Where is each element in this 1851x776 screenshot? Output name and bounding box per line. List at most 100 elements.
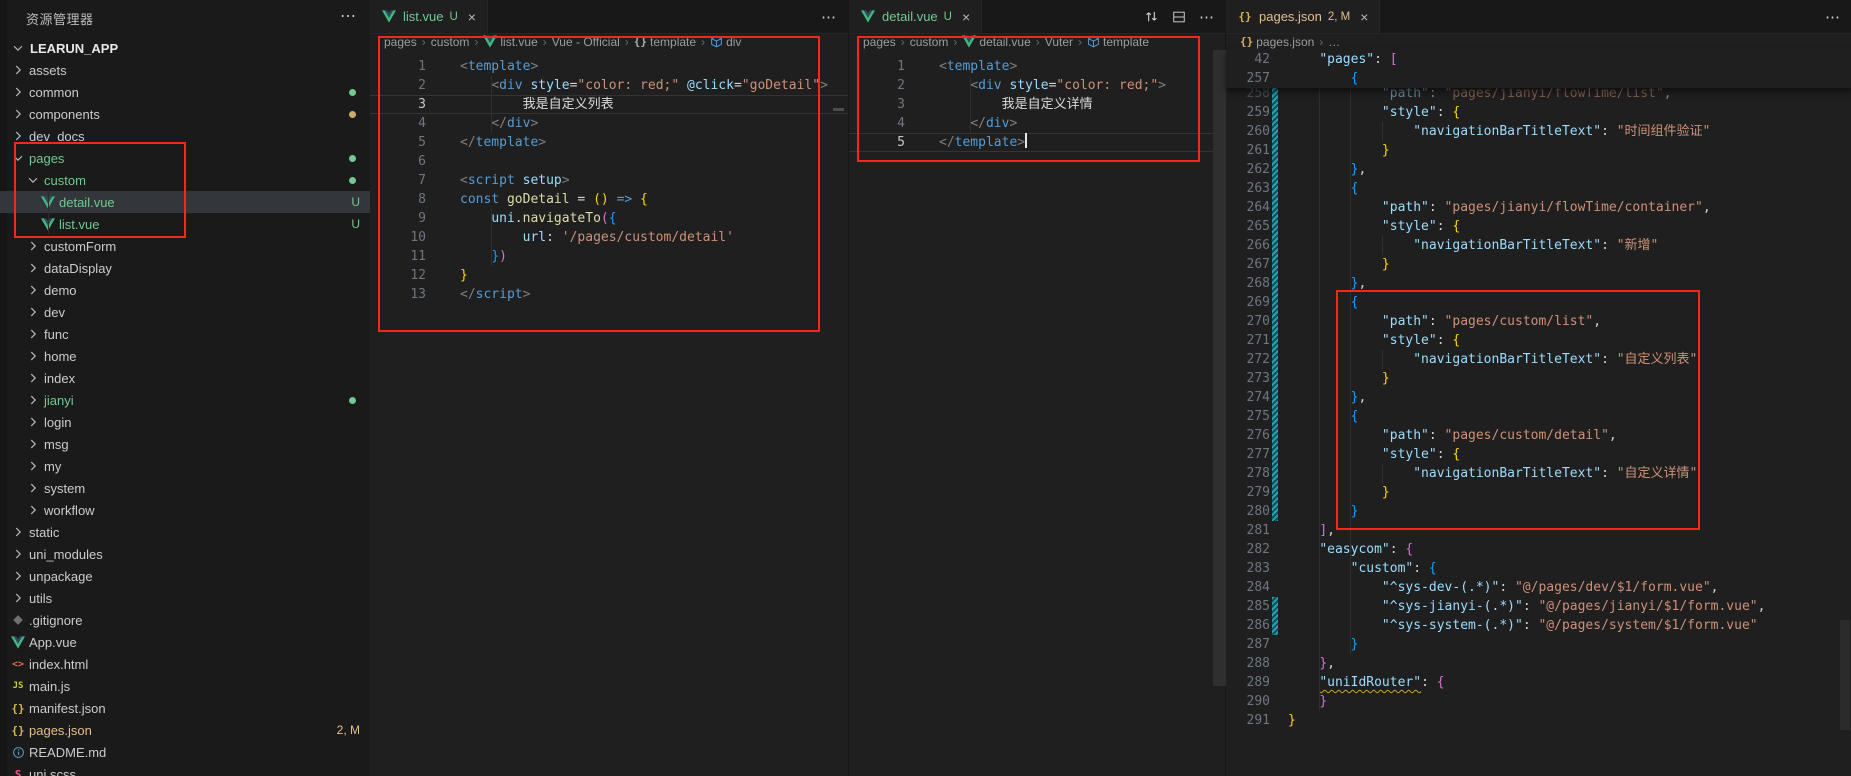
chevron-right-icon[interactable] bbox=[25, 392, 41, 408]
breadcrumb-item[interactable]: Vuter bbox=[1045, 35, 1073, 49]
line-number[interactable]: 281 bbox=[1226, 521, 1270, 540]
sidebar-item-uni-modules[interactable]: uni_modules bbox=[0, 543, 370, 565]
breadcrumb-item[interactable]: {}template bbox=[634, 35, 696, 49]
scrollbar[interactable] bbox=[1213, 50, 1226, 686]
breadcrumb-item[interactable]: list.vue bbox=[483, 35, 537, 49]
chevron-right-icon[interactable] bbox=[25, 304, 41, 320]
code-line-2[interactable]: 2 <div style="color: red;"> bbox=[849, 76, 1226, 95]
sidebar-item-workflow[interactable]: workflow bbox=[0, 499, 370, 521]
breadcrumb-item[interactable]: pages bbox=[384, 35, 417, 49]
more-actions-icon[interactable]: ⋯ bbox=[821, 8, 836, 26]
chevron-right-icon[interactable] bbox=[25, 238, 41, 254]
line-number[interactable]: 284 bbox=[1226, 578, 1270, 597]
line-number[interactable]: 9 bbox=[370, 209, 426, 228]
chevron-right-icon[interactable] bbox=[25, 436, 41, 452]
sidebar-item-index[interactable]: index bbox=[0, 367, 370, 389]
code-line-4[interactable]: 4 </div> bbox=[849, 114, 1226, 133]
tab-list-vue[interactable]: list.vue U × bbox=[370, 0, 488, 33]
breadcrumb-item[interactable]: detail.vue bbox=[962, 35, 1030, 49]
sidebar-item-custom[interactable]: custom bbox=[0, 169, 370, 191]
sidebar-item-jianyi[interactable]: jianyi bbox=[0, 389, 370, 411]
breadcrumb-item[interactable]: pages bbox=[863, 35, 896, 49]
sidebar-item-uni-scss[interactable]: Suni.scss bbox=[0, 763, 370, 776]
tab-detail-vue[interactable]: detail.vue U × bbox=[849, 0, 982, 33]
sidebar-item-list-vue[interactable]: list.vueU bbox=[0, 213, 370, 235]
chevron-right-icon[interactable] bbox=[10, 84, 26, 100]
line-number[interactable]: 5 bbox=[370, 133, 426, 152]
sidebar-item-manifest-json[interactable]: {}manifest.json bbox=[0, 697, 370, 719]
sidebar-item-assets[interactable]: assets bbox=[0, 59, 370, 81]
breadcrumb-item[interactable]: {}pages.json bbox=[1240, 35, 1314, 49]
line-number[interactable]: 274 bbox=[1226, 388, 1270, 407]
line-number[interactable]: 3 bbox=[849, 95, 905, 114]
line-number[interactable]: 290 bbox=[1226, 692, 1270, 711]
line-number[interactable]: 6 bbox=[370, 152, 426, 171]
chevron-right-icon[interactable] bbox=[25, 282, 41, 298]
code-line-13[interactable]: 13</script> bbox=[370, 285, 848, 304]
chevron-right-icon[interactable] bbox=[25, 502, 41, 518]
close-icon[interactable]: × bbox=[1360, 9, 1368, 25]
chevron-right-icon[interactable] bbox=[25, 370, 41, 386]
breadcrumb-item[interactable]: div bbox=[710, 35, 741, 49]
chevron-right-icon[interactable] bbox=[10, 524, 26, 540]
chevron-right-icon[interactable] bbox=[25, 414, 41, 430]
open-changes-icon[interactable] bbox=[1144, 9, 1159, 24]
line-number[interactable]: 291 bbox=[1226, 711, 1270, 730]
line-number[interactable]: 278 bbox=[1226, 464, 1270, 483]
sidebar-item-common[interactable]: common bbox=[0, 81, 370, 103]
breadcrumb-item[interactable]: custom bbox=[431, 35, 470, 49]
sidebar-item-datadisplay[interactable]: dataDisplay bbox=[0, 257, 370, 279]
chevron-right-icon[interactable] bbox=[10, 546, 26, 562]
more-actions-icon[interactable]: ⋯ bbox=[1825, 8, 1840, 26]
code-line-1[interactable]: 1<template> bbox=[370, 57, 848, 76]
line-number[interactable]: 7 bbox=[370, 171, 426, 190]
sidebar-item-customform[interactable]: customForm bbox=[0, 235, 370, 257]
line-number[interactable]: 270 bbox=[1226, 312, 1270, 331]
code-line-5[interactable]: 5</template> bbox=[370, 133, 848, 152]
chevron-right-icon[interactable] bbox=[10, 62, 26, 78]
line-number[interactable]: 267 bbox=[1226, 255, 1270, 274]
line-number[interactable]: 4 bbox=[849, 114, 905, 133]
line-number[interactable]: 3 bbox=[370, 95, 426, 114]
line-number[interactable]: 13 bbox=[370, 285, 426, 304]
breadcrumb-item[interactable]: custom bbox=[910, 35, 949, 49]
code-line-4[interactable]: 4 </div> bbox=[370, 114, 848, 133]
line-number[interactable]: 268 bbox=[1226, 274, 1270, 293]
sidebar-item-pages[interactable]: pages bbox=[0, 147, 370, 169]
split-editor-icon[interactable] bbox=[1172, 10, 1186, 24]
sidebar-item-main-js[interactable]: JSmain.js bbox=[0, 675, 370, 697]
line-number[interactable]: 275 bbox=[1226, 407, 1270, 426]
sidebar-item--gitignore[interactable]: .gitignore bbox=[0, 609, 370, 631]
code-line-5[interactable]: 5</template> bbox=[849, 133, 1226, 152]
line-number[interactable]: 287 bbox=[1226, 635, 1270, 654]
line-number[interactable]: 260 bbox=[1226, 122, 1270, 141]
line-number[interactable]: 283 bbox=[1226, 559, 1270, 578]
line-number[interactable]: 11 bbox=[370, 247, 426, 266]
code-editor-pages-json[interactable]: 42 "pages": [257 { 258 "path": "pages/ji… bbox=[1226, 50, 1851, 776]
line-number[interactable]: 277 bbox=[1226, 445, 1270, 464]
more-actions-icon[interactable]: ⋯ bbox=[1199, 8, 1214, 26]
sidebar-item-my[interactable]: my bbox=[0, 455, 370, 477]
chevron-right-icon[interactable] bbox=[25, 480, 41, 496]
chevron-right-icon[interactable] bbox=[10, 590, 26, 606]
line-number[interactable]: 2 bbox=[849, 76, 905, 95]
code-line-12[interactable]: 12} bbox=[370, 266, 848, 285]
line-number[interactable]: 257 bbox=[1226, 69, 1270, 88]
line-number[interactable]: 5 bbox=[849, 133, 905, 152]
line-number[interactable]: 276 bbox=[1226, 426, 1270, 445]
code-line-9[interactable]: 9 uni.navigateTo({ bbox=[370, 209, 848, 228]
project-root-row[interactable]: LEARUN_APP bbox=[0, 37, 370, 59]
chevron-down-icon[interactable] bbox=[10, 150, 26, 166]
line-number[interactable]: 2 bbox=[370, 76, 426, 95]
line-number[interactable]: 265 bbox=[1226, 217, 1270, 236]
sidebar-item-static[interactable]: static bbox=[0, 521, 370, 543]
breadcrumb-item[interactable]: … bbox=[1328, 35, 1340, 49]
line-number[interactable]: 289 bbox=[1226, 673, 1270, 692]
line-number[interactable]: 264 bbox=[1226, 198, 1270, 217]
tab-pages-json[interactable]: {} pages.json 2, M × bbox=[1226, 0, 1380, 33]
sidebar-item-pages-json[interactable]: {}pages.json2, M bbox=[0, 719, 370, 741]
sidebar-item-index-html[interactable]: <>index.html bbox=[0, 653, 370, 675]
chevron-right-icon[interactable] bbox=[25, 458, 41, 474]
chevron-down-icon[interactable] bbox=[10, 40, 26, 56]
line-number[interactable]: 8 bbox=[370, 190, 426, 209]
